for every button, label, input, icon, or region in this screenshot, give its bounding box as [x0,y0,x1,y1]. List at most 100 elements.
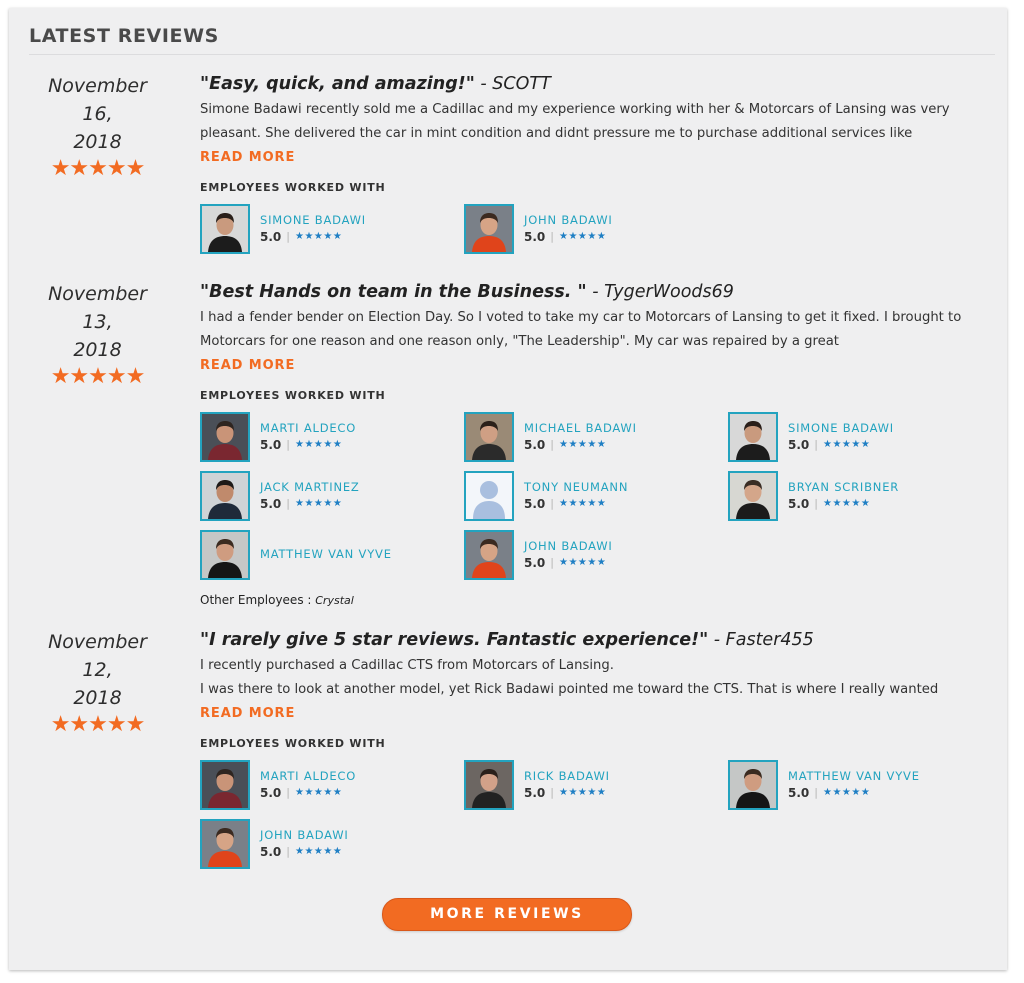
employee-card[interactable]: JOHN BADAWI 5.0 | ★★★★★ [200,819,464,869]
employee-name-link[interactable]: TONY NEUMANN [524,480,628,494]
employee-card[interactable]: JACK MARTINEZ 5.0 | ★★★★★ [200,471,464,521]
review-body: "I rarely give 5 star reviews. Fantastic… [200,628,1000,869]
employee-avatar[interactable] [464,530,514,580]
employee-card[interactable]: MATTHEW VAN VYVE 5.0 | ★★★★★ [728,760,992,810]
employee-info: MICHAEL BADAWI 5.0 | ★★★★★ [524,421,637,452]
employee-info: SIMONE BADAWI 5.0 | ★★★★★ [788,421,894,452]
employee-card[interactable]: BRYAN SCRIBNER 5.0 | ★★★★★ [728,471,992,521]
rating-separator: | [550,555,554,569]
employee-name-link[interactable]: SIMONE BADAWI [788,421,894,435]
employee-name-link[interactable]: SIMONE BADAWI [260,213,366,227]
rating-separator: | [814,437,818,451]
employee-card[interactable]: MATTHEW VAN VYVE [200,530,464,580]
employee-avatar[interactable] [728,760,778,810]
employee-card[interactable]: RICK BADAWI 5.0 | ★★★★★ [464,760,728,810]
employee-name-link[interactable]: BRYAN SCRIBNER [788,480,899,494]
employee-info: MARTI ALDECO 5.0 | ★★★★★ [260,421,356,452]
employee-avatar[interactable] [464,412,514,462]
employee-stars: ★★★★★ [558,786,607,798]
employee-name-link[interactable]: JOHN BADAWI [524,539,613,553]
read-more-link[interactable]: READ MORE [200,150,295,166]
read-more-link[interactable]: READ MORE [200,706,295,722]
review-headline: "Easy, quick, and amazing!" - SCOTT [200,72,1000,96]
employee-avatar[interactable] [200,471,250,521]
employee-name-link[interactable]: JOHN BADAWI [260,828,349,842]
employee-info: TONY NEUMANN 5.0 | ★★★★★ [524,480,628,511]
employee-avatar[interactable] [464,471,514,521]
employee-rating: 5.0 | ★★★★★ [260,438,356,452]
employee-stars: ★★★★★ [558,438,607,450]
employee-score: 5.0 [260,496,282,511]
employee-list: MARTI ALDECO 5.0 | ★★★★★ RICK BADAWI 5.0 | ★★★★… [200,760,1000,869]
employee-card[interactable]: MARTI ALDECO 5.0 | ★★★★★ [200,760,464,810]
employee-avatar[interactable] [200,204,250,254]
employee-card[interactable]: MARTI ALDECO 5.0 | ★★★★★ [200,412,464,462]
rating-separator: | [550,785,554,799]
review-text: I had a fender bender on Election Day. S… [200,310,962,349]
employee-score: 5.0 [260,844,282,859]
employee-score: 5.0 [524,785,546,800]
rating-separator: | [286,785,290,799]
other-employees: Other Employees : Crystal [200,592,1000,609]
rating-separator: | [550,496,554,510]
read-more-link[interactable]: READ MORE [200,358,295,374]
employee-score: 5.0 [260,785,282,800]
employee-score: 5.0 [260,437,282,452]
employee-card[interactable]: JOHN BADAWI 5.0 | ★★★★★ [464,204,728,254]
employee-info: JOHN BADAWI 5.0 | ★★★★★ [260,828,349,859]
employee-name-link[interactable]: MATTHEW VAN VYVE [260,547,392,561]
employee-score: 5.0 [524,437,546,452]
employee-card[interactable]: TONY NEUMANN 5.0 | ★★★★★ [464,471,728,521]
employee-rating: 5.0 | ★★★★★ [260,845,349,859]
review-date-column: November 16, 2018 ★★★★★ [35,72,160,180]
rating-separator: | [550,229,554,243]
review-body: "Best Hands on team in the Business. " -… [200,280,1000,609]
review-date-column: November 13, 2018 ★★★★★ [35,280,160,388]
employee-name-link[interactable]: MARTI ALDECO [260,769,356,783]
review-author: - TygerWoods69 [586,282,734,302]
rating-separator: | [286,229,290,243]
employee-info: BRYAN SCRIBNER 5.0 | ★★★★★ [788,480,899,511]
review-date-year: 2018 [73,131,122,153]
employee-name-link[interactable]: JOHN BADAWI [524,213,613,227]
review-quote: "I rarely give 5 star reviews. Fantastic… [200,630,709,650]
employees-worked-with-heading: EMPLOYEES WORKED WITH [200,181,386,194]
employee-info: MARTI ALDECO 5.0 | ★★★★★ [260,769,356,800]
review-text: I recently purchased a Cadillac CTS from… [200,658,939,697]
review-headline: "I rarely give 5 star reviews. Fantastic… [200,628,1000,652]
employee-name-link[interactable]: RICK BADAWI [524,769,610,783]
employee-card[interactable]: JOHN BADAWI 5.0 | ★★★★★ [464,530,728,580]
employee-stars: ★★★★★ [822,786,871,798]
employee-name-link[interactable]: MATTHEW VAN VYVE [788,769,920,783]
employee-rating: 5.0 | ★★★★★ [260,786,356,800]
review-body: "Easy, quick, and amazing!" - SCOTT Simon… [200,72,1000,254]
rating-separator: | [286,844,290,858]
review-quote: "Easy, quick, and amazing!" [200,74,475,94]
employee-name-link[interactable]: MICHAEL BADAWI [524,421,637,435]
employee-card[interactable]: SIMONE BADAWI 5.0 | ★★★★★ [200,204,464,254]
employee-rating: 5.0 | ★★★★★ [260,497,360,511]
employee-name-link[interactable]: MARTI ALDECO [260,421,356,435]
employee-rating: 5.0 | ★★★★★ [524,438,637,452]
more-reviews-button[interactable]: MORE REVIEWS [382,898,632,931]
employee-avatar[interactable] [728,412,778,462]
employee-avatar[interactable] [200,412,250,462]
employee-avatar[interactable] [200,760,250,810]
employee-card[interactable]: MICHAEL BADAWI 5.0 | ★★★★★ [464,412,728,462]
review-rating-stars: ★★★★★ [50,712,146,737]
other-employees-names: Crystal [315,594,354,607]
employee-avatar[interactable] [464,760,514,810]
employee-avatar[interactable] [200,819,250,869]
employee-stars: ★★★★★ [558,497,607,509]
other-employees-label: Other Employees : [200,593,316,607]
employee-avatar[interactable] [464,204,514,254]
review-headline: "Best Hands on team in the Business. " -… [200,280,1000,304]
employee-avatar[interactable] [728,471,778,521]
employee-avatar[interactable] [200,530,250,580]
review-rating-stars: ★★★★★ [50,156,146,181]
rating-separator: | [286,437,290,451]
employee-score: 5.0 [524,229,546,244]
employee-stars: ★★★★★ [294,438,343,450]
employee-card[interactable]: SIMONE BADAWI 5.0 | ★★★★★ [728,412,992,462]
employee-name-link[interactable]: JACK MARTINEZ [260,480,360,494]
